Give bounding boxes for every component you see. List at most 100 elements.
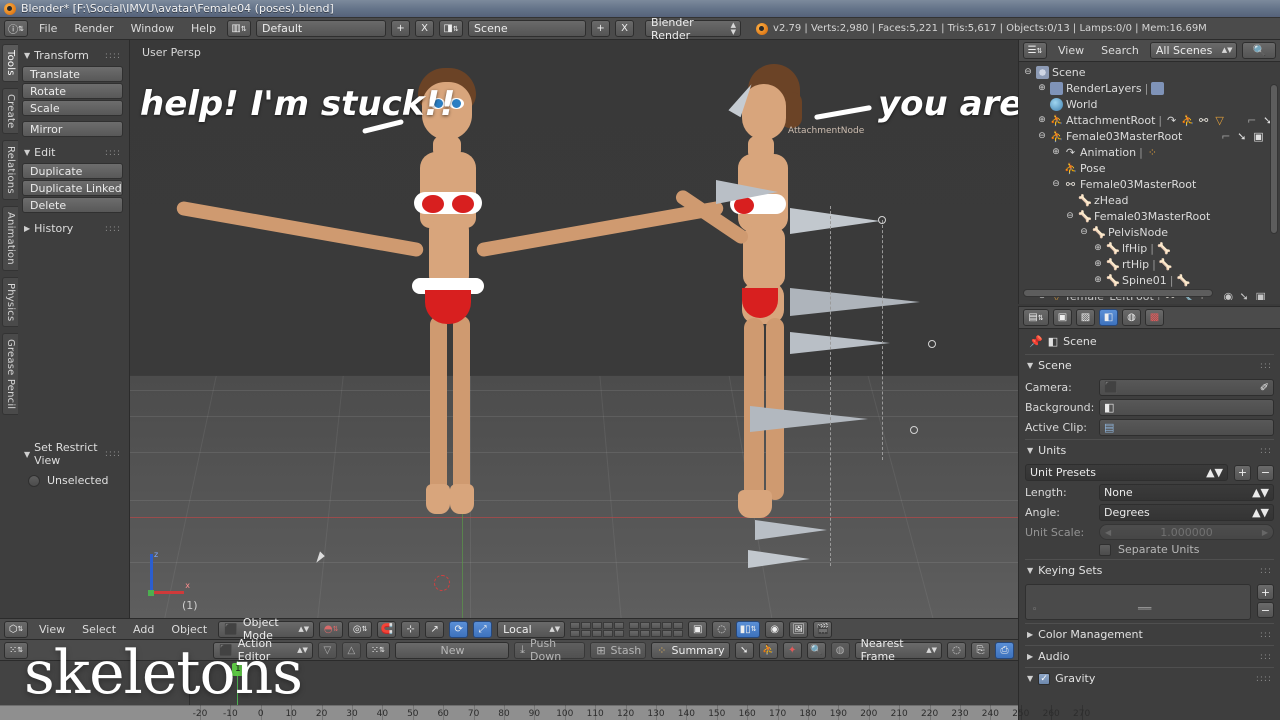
delete-button[interactable]: Delete: [22, 197, 123, 213]
panel-transform-header[interactable]: ▼ Transform ::::: [22, 46, 123, 65]
active-clip-field[interactable]: ▤: [1099, 419, 1274, 436]
tab-create[interactable]: Create: [2, 88, 18, 134]
dopesheet-editor[interactable]: ⁙⇅ ⬛ Action Editor ▲▼ ▽ △ ⁙⇅ New ⤓ Push …: [0, 640, 1018, 720]
expander-icon[interactable]: ⊕: [1093, 275, 1103, 285]
duplicate-linked-button[interactable]: Duplicate Linked: [22, 180, 123, 196]
editor-type-info-icon[interactable]: ⓘ⇅: [4, 20, 28, 37]
menu-file[interactable]: File: [33, 21, 63, 36]
viewport-menu-object[interactable]: Object: [165, 622, 213, 637]
viewport-menu-add[interactable]: Add: [127, 622, 160, 637]
scale-button[interactable]: Scale: [22, 100, 123, 116]
eyedropper-icon[interactable]: ✐: [1260, 381, 1269, 394]
mesh-data-icon[interactable]: ▽: [1213, 114, 1226, 127]
dopesheet-editor-type-icon[interactable]: ⁙⇅: [4, 642, 28, 659]
panel-restrict-header[interactable]: ▼ Set Restrict View ::::: [22, 438, 123, 470]
proportional-edit-fcurve-icon[interactable]: ◌: [947, 642, 966, 659]
separate-units-checkbox[interactable]: [1099, 544, 1111, 556]
restrict-view-eye-icon[interactable]: ◉: [1224, 290, 1237, 301]
outliner-row-renderlayers[interactable]: ⊕ RenderLayers |: [1021, 80, 1280, 96]
expander-icon[interactable]: ⊕: [1093, 259, 1103, 269]
restrict-select-icon[interactable]: ➘: [1237, 130, 1250, 143]
outliner-row-world[interactable]: World: [1021, 96, 1280, 112]
dopesheet-body[interactable]: 1 -20-1001020304050607080901001101201301…: [0, 661, 1018, 720]
outliner-display-mode-dropdown[interactable]: All Scenes ▲▼: [1150, 42, 1238, 59]
tab-animation[interactable]: Animation: [2, 206, 18, 271]
3d-viewport[interactable]: AttachmentNode help! I'm stuck!! you are…: [130, 40, 1018, 618]
restrict-render-icon[interactable]: ▣: [1256, 290, 1269, 301]
outliner-editor[interactable]: ☰⇅ View Search All Scenes ▲▼ 🔍 ⊖ Scene ⊕…: [1018, 40, 1280, 304]
expander-icon[interactable]: ⊕: [1051, 147, 1061, 157]
keying-sets-list[interactable]: ◦ ══: [1025, 584, 1251, 620]
unit-presets-dropdown[interactable]: Unit Presets ▲▼: [1025, 464, 1228, 481]
viewport-menu-select[interactable]: Select: [76, 622, 122, 637]
screen-layout-icon[interactable]: ▥⇅: [227, 20, 251, 37]
add-scene-button[interactable]: +: [591, 20, 610, 37]
outliner-editor-type-icon[interactable]: ☰⇅: [1023, 42, 1047, 59]
manipulator-translate-icon[interactable]: ↗: [425, 621, 444, 638]
scene-dropdown[interactable]: Scene: [468, 20, 586, 37]
render-animation-icon[interactable]: 🎬: [813, 621, 832, 638]
outliner-row-attachmentroot[interactable]: ⊕ ⛹ AttachmentRoot | ↷ ⛹ ⚯ ▽ ⌐ ➘ ▣: [1021, 112, 1280, 128]
panel-scene-header[interactable]: ▼ Scene :::: [1025, 354, 1274, 376]
mirror-button[interactable]: Mirror: [22, 121, 123, 137]
scene-tab[interactable]: ◧: [1099, 309, 1118, 326]
only-errors-icon[interactable]: ✦: [783, 642, 802, 659]
menu-help[interactable]: Help: [185, 21, 222, 36]
outliner-row-lfhip[interactable]: ⊕ 🦴 lfHip | 🦴: [1021, 240, 1280, 256]
outliner-row-spine01[interactable]: ⊕ 🦴 Spine01 | 🦴: [1021, 272, 1280, 288]
gravity-checkbox[interactable]: ✓: [1038, 673, 1050, 685]
translate-button[interactable]: Translate: [22, 66, 123, 82]
outliner-row-animation[interactable]: ⊕ ↷ Animation | ⁘: [1021, 144, 1280, 160]
interaction-mode-dropdown[interactable]: ⬛ Object Mode ▲▼: [218, 621, 314, 638]
outliner-row-pelvisnode[interactable]: ⊖ 🦴 PelvisNode: [1021, 224, 1280, 240]
separate-units-row[interactable]: Separate Units: [1025, 543, 1274, 556]
outliner-horizontal-scrollbar[interactable]: [1023, 289, 1213, 297]
add-screen-layout-button[interactable]: +: [391, 20, 410, 37]
restrict-render-icon[interactable]: ⌐: [1221, 130, 1234, 143]
paste-keyframes-icon[interactable]: ⎙: [995, 642, 1014, 659]
tab-grease-pencil[interactable]: Grease Pencil: [2, 333, 18, 415]
viewport-editor-type-icon[interactable]: ⬡⇅: [4, 621, 28, 638]
pose-icon[interactable]: ⛹: [1181, 114, 1194, 127]
filter-search-icon[interactable]: 🔍: [807, 642, 826, 659]
rotate-button[interactable]: Rotate: [22, 83, 123, 99]
texture-tab[interactable]: ▩: [1145, 309, 1164, 326]
filter-datablock-icon[interactable]: ◍: [831, 642, 850, 659]
angle-dropdown[interactable]: Degrees ▲▼: [1099, 504, 1274, 521]
properties-editor-type-icon[interactable]: ▤⇅: [1023, 309, 1049, 326]
animation-icon[interactable]: ↷: [1165, 114, 1178, 127]
timeline-ruler[interactable]: -20-100102030405060708090100110120130140…: [0, 705, 1018, 720]
outliner-tree[interactable]: ⊖ Scene ⊕ RenderLayers | World ⊕ ⛹ Attac…: [1019, 62, 1280, 300]
panel-units-header[interactable]: ▼ Units :::: [1025, 439, 1274, 461]
summary-toggle[interactable]: ⁘ Summary: [651, 642, 729, 659]
copy-keyframes-icon[interactable]: ⎘: [971, 642, 990, 659]
tab-relations[interactable]: Relations: [2, 140, 18, 200]
menu-render[interactable]: Render: [68, 21, 119, 36]
tab-tools[interactable]: Tools: [2, 44, 18, 82]
outliner-menu-search[interactable]: Search: [1095, 43, 1145, 58]
background-field[interactable]: ◧: [1099, 399, 1274, 416]
panel-audio-header[interactable]: ▶ Audio :::: [1025, 645, 1274, 667]
scene-browse-icon[interactable]: ◨⇅: [439, 20, 463, 37]
list-resize-icon[interactable]: ══: [1138, 602, 1151, 615]
screen-layout-dropdown[interactable]: Default: [256, 20, 386, 37]
snap-mode-dropdown[interactable]: Nearest Frame ▲▼: [855, 642, 942, 659]
camera-field[interactable]: ⬛ ✐: [1099, 379, 1274, 396]
add-unit-preset-button[interactable]: +: [1234, 465, 1251, 481]
duplicate-button[interactable]: Duplicate: [22, 163, 123, 179]
action-icon[interactable]: ⁘: [1146, 146, 1159, 159]
only-selected-icon[interactable]: ➘: [735, 642, 754, 659]
outliner-row-zhead[interactable]: 🦴 zHead: [1021, 192, 1280, 208]
delete-scene-button[interactable]: X: [615, 20, 634, 37]
manipulator-toggle-icon[interactable]: ⊹: [401, 621, 420, 638]
panel-color-management-header[interactable]: ▶ Color Management :::: [1025, 623, 1274, 645]
restrict-view-icon[interactable]: ▣: [1253, 130, 1266, 143]
expander-icon[interactable]: ⊖: [1037, 131, 1047, 141]
expander-icon[interactable]: ⊖: [1065, 211, 1075, 221]
expander-icon[interactable]: ⊖: [1051, 179, 1061, 189]
armature-data-icon[interactable]: ⚯: [1197, 114, 1210, 127]
expander-icon[interactable]: ⊕: [1037, 83, 1047, 93]
render-engine-dropdown[interactable]: Blender Render ▲▼: [645, 20, 741, 37]
delete-screen-layout-button[interactable]: X: [415, 20, 434, 37]
transform-orientation-dropdown[interactable]: Local ▲▼: [497, 621, 565, 638]
